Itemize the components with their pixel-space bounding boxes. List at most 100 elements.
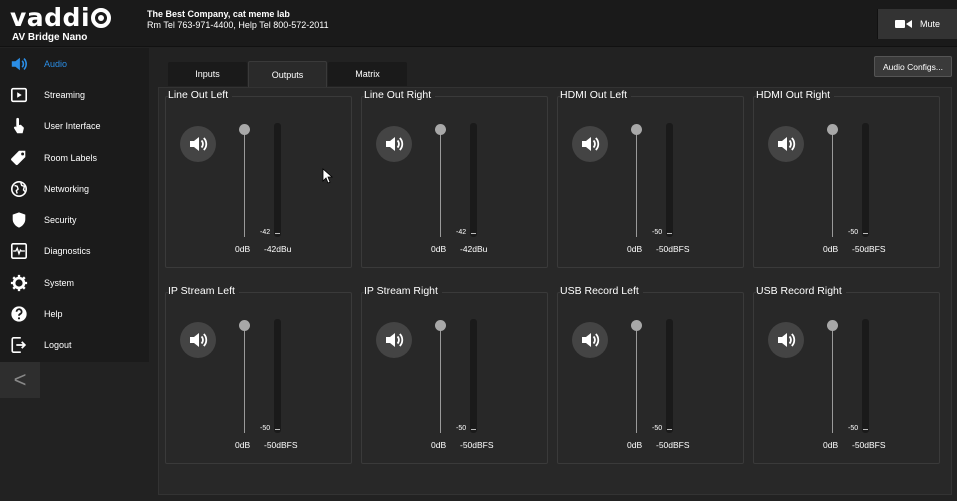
level-meter [862,123,869,237]
gain-fader-knob[interactable] [827,124,838,135]
channel-strip: HDMI Out Left -50 0dB -50dBFS [551,88,746,269]
level-meter [470,123,477,237]
gain-fader-track[interactable] [636,329,637,433]
tab-outputs[interactable]: Outputs [248,61,327,87]
sidebar-item-label: User Interface [44,121,101,132]
sidebar-item-diagnostics[interactable]: Diagnostics [0,236,149,267]
logout-icon [10,336,28,354]
sidebar-item-help[interactable]: Help [0,298,149,329]
channel-mute-toggle[interactable] [572,126,608,162]
meter-tick [863,233,868,234]
sidebar-item-system[interactable]: System [0,267,149,298]
speaker-icon [10,55,28,73]
gain-fader-knob[interactable] [631,320,642,331]
sidebar-item-networking[interactable]: Networking [0,173,149,204]
sidebar-item-room-labels[interactable]: Room Labels [0,142,149,173]
gain-value: 0dB [627,244,643,254]
gain-fader-knob[interactable] [631,124,642,135]
mute-label: Mute [919,19,940,29]
channel-title: Line Out Left [168,89,233,101]
level-value: -42dBu [460,244,488,254]
app-header: vaddi AV Bridge Nano The Best Company, c… [0,0,957,47]
gain-value: 0dB [431,440,447,450]
gear-icon [10,274,28,292]
gain-fader-track[interactable] [244,133,245,237]
outputs-panel: Line Out Left -42 0dB -42dBu Line Out Right -… [158,87,952,495]
mouse-cursor-icon [322,168,334,184]
logo-o-mark [91,8,112,28]
meter-value: -42 [456,229,467,236]
gain-fader-track[interactable] [244,329,245,433]
collapse-sidebar-button[interactable]: < [0,362,40,398]
meter-value: -50 [456,425,467,432]
gain-fader-knob[interactable] [239,124,250,135]
sidebar-item-streaming[interactable]: Streaming [0,79,149,110]
gain-fader-track[interactable] [832,329,833,433]
pulse-icon [10,242,28,260]
channel-mute-toggle[interactable] [572,322,608,358]
meter-tick [275,233,280,234]
audio-tabs: Inputs Outputs Matrix [168,61,408,87]
sidebar-item-audio[interactable]: Audio [0,48,149,79]
gain-value: 0dB [627,440,643,450]
meter-tick [471,233,476,234]
vaddio-logo: vaddi AV Bridge Nano [10,5,140,43]
meter-value: -50 [848,229,859,236]
gain-fader-track[interactable] [440,329,441,433]
speaker-icon [778,333,796,347]
sidebar-item-label: Help [44,309,63,320]
gain-fader-knob[interactable] [827,320,838,331]
channel-mute-toggle[interactable] [180,322,216,358]
channel-strip: HDMI Out Right -50 0dB -50dBFS [747,88,942,269]
meter-tick [275,429,280,430]
gain-fader-track[interactable] [832,133,833,237]
channel-title: HDMI Out Left [560,89,632,101]
gain-fader-knob[interactable] [435,320,446,331]
channel-title: IP Stream Right [364,285,442,297]
channel-mute-toggle[interactable] [768,126,804,162]
channel-title: USB Record Left [560,285,643,297]
product-name: AV Bridge Nano [12,32,88,43]
level-value: -50dBFS [656,440,690,450]
channel-frame [753,292,940,464]
speaker-icon [778,137,796,151]
channel-mute-toggle[interactable] [180,126,216,162]
level-meter [274,123,281,237]
camera-icon [894,20,912,28]
tab-inputs[interactable]: Inputs [168,62,247,86]
sidebar-item-logout[interactable]: Logout [0,330,149,361]
tab-matrix[interactable]: Matrix [328,62,407,86]
speaker-icon [582,137,600,151]
channel-mute-toggle[interactable] [376,322,412,358]
main-content: Inputs Outputs Matrix Audio Configs... L… [149,48,957,501]
meter-value: -50 [260,425,271,432]
sidebar-item-label: Security [44,215,77,226]
channel-strip: IP Stream Left -50 0dB -50dBFS [159,284,354,465]
gain-fader-track[interactable] [440,133,441,237]
gain-fader-knob[interactable] [239,320,250,331]
gain-fader-track[interactable] [636,133,637,237]
speaker-icon [386,333,404,347]
speaker-icon [582,333,600,347]
mute-button[interactable]: Mute [877,9,957,39]
channel-strip: USB Record Left -50 0dB -50dBFS [551,284,746,465]
channel-frame [557,292,744,464]
sidebar-item-label: Audio [44,58,68,69]
globe-icon [10,180,28,198]
channel-title: HDMI Out Right [756,89,835,101]
channel-mute-toggle[interactable] [768,322,804,358]
sidebar-item-user-interface[interactable]: User Interface [0,111,149,142]
level-meter [862,319,869,433]
gain-fader-knob[interactable] [435,124,446,135]
gain-value: 0dB [823,244,839,254]
channel-mute-toggle[interactable] [376,126,412,162]
audio-configs-button[interactable]: Audio Configs... [874,56,952,77]
level-value: -50dBFS [460,440,494,450]
channel-frame [361,292,548,464]
company-name: The Best Company, cat meme lab [147,9,290,19]
sidebar-item-security[interactable]: Security [0,204,149,235]
level-meter [274,319,281,433]
level-value: -50dBFS [656,244,690,254]
sidebar-item-label: Room Labels [44,152,98,163]
question-icon [10,305,28,323]
